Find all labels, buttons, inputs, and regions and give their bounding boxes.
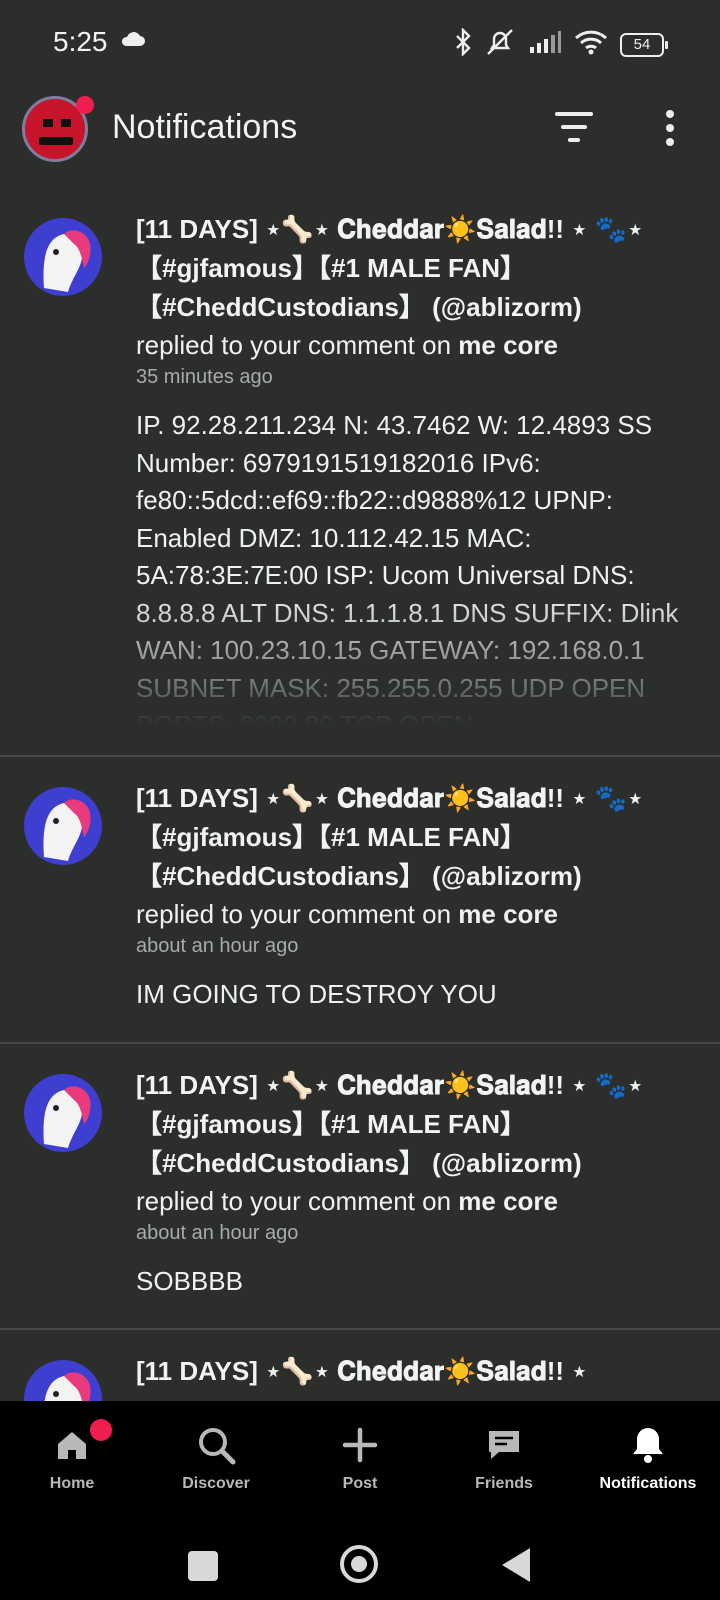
notification-time: 35 minutes ago — [136, 366, 273, 388]
user-avatar[interactable] — [24, 218, 102, 296]
profile-avatar-button[interactable] — [22, 96, 94, 164]
nav-post-label: Post — [342, 1475, 378, 1492]
page-title: Notifications — [112, 108, 298, 146]
notification-item[interactable]: [11 DAYS] ⋆🦴⋆ 𝐂𝐡𝐞𝐝𝐝𝐚𝐫☀️𝐒𝐚𝐥𝐚𝐝!! ⋆ 🐾⋆【#gjf… — [0, 757, 720, 1044]
cloud-icon — [120, 30, 146, 53]
notification-message: IP. 92.28.211.234 N: 43.7462 W: 12.4893 … — [136, 410, 679, 725]
search-icon — [144, 1421, 288, 1469]
post-title-link[interactable]: me core — [458, 330, 558, 360]
mute-bell-icon — [484, 28, 516, 61]
bottom-nav: Home Discover Post Friends Notifications — [0, 1401, 720, 1511]
notification-username[interactable]: [11 DAYS] ⋆🦴⋆ 𝐂𝐡𝐞𝐝𝐝𝐚𝐫☀️𝐒𝐚𝐥𝐚𝐝!! ⋆ 🐾⋆【#gjf… — [136, 1066, 696, 1183]
notification-time: about an hour ago — [136, 935, 299, 957]
system-nav-bar — [0, 1511, 720, 1600]
notification-message: SOBBBB — [136, 1265, 243, 1296]
notification-action: replied to your comment on me core — [136, 330, 559, 360]
app-header: Notifications — [0, 90, 720, 180]
nav-notifications-label: Notifications — [599, 1475, 697, 1492]
notification-action: replied to your comment on me core — [136, 899, 559, 929]
notification-action: replied to your comment on me core — [136, 1185, 559, 1216]
nav-notifications[interactable]: Notifications — [576, 1401, 720, 1511]
user-avatar[interactable] — [24, 1073, 102, 1152]
notification-item[interactable]: [11 DAYS] ⋆🦴⋆ 𝐂𝐡𝐞𝐝𝐝𝐚𝐫☀️𝐒𝐚𝐥𝐚𝐝!! ⋆ 🐾⋆【#gjf… — [0, 188, 720, 757]
notification-username[interactable]: [11 DAYS] ⋆🦴⋆ 𝐂𝐡𝐞𝐝𝐝𝐚𝐫☀️𝐒𝐚𝐥𝐚𝐝!! ⋆ 🐾⋆【#gjf… — [136, 779, 696, 896]
home-badge — [90, 1419, 112, 1441]
nav-friends-label: Friends — [475, 1475, 533, 1492]
more-options-icon[interactable] — [655, 110, 685, 154]
nav-home-label: Home — [49, 1475, 95, 1492]
nav-home[interactable]: Home — [0, 1401, 144, 1511]
notification-dot — [76, 96, 94, 114]
user-avatar[interactable] — [24, 1360, 102, 1401]
post-title-link[interactable]: me core — [458, 1186, 558, 1216]
nav-friends[interactable]: Friends — [432, 1401, 576, 1511]
notification-list: [11 DAYS] ⋆🦴⋆ 𝐂𝐡𝐞𝐝𝐝𝐚𝐫☀️𝐒𝐚𝐥𝐚𝐝!! ⋆ 🐾⋆【#gjf… — [0, 188, 720, 1401]
nav-discover[interactable]: Discover — [144, 1401, 288, 1511]
bell-icon — [576, 1421, 720, 1469]
filter-icon[interactable] — [552, 112, 596, 152]
user-avatar[interactable] — [24, 787, 102, 865]
nav-discover-label: Discover — [182, 1475, 250, 1492]
wifi-icon — [574, 29, 608, 60]
status-time: 5:25 — [53, 26, 108, 57]
signal-icon — [528, 29, 562, 60]
notification-item[interactable]: [11 DAYS] ⋆🦴⋆ 𝐂𝐡𝐞𝐝𝐝𝐚𝐫☀️𝐒𝐚𝐥𝐚𝐝!! ⋆ 🐾⋆【#gjf… — [0, 1044, 720, 1330]
plus-icon — [288, 1421, 432, 1469]
notification-message: IM GOING TO DESTROY YOU — [136, 979, 497, 1009]
bluetooth-icon — [454, 27, 472, 61]
notification-username[interactable]: [11 DAYS] ⋆🦴⋆ 𝐂𝐡𝐞𝐝𝐝𝐚𝐫☀️𝐒𝐚𝐥𝐚𝐝!! ⋆ — [136, 1352, 696, 1391]
notification-username[interactable]: [11 DAYS] ⋆🦴⋆ 𝐂𝐡𝐞𝐝𝐝𝐚𝐫☀️𝐒𝐚𝐥𝐚𝐝!! ⋆ 🐾⋆【#gjf… — [136, 210, 696, 327]
notification-time: about an hour ago — [136, 1221, 299, 1244]
recents-button[interactable] — [188, 1551, 218, 1581]
nav-post[interactable]: Post — [288, 1401, 432, 1511]
battery-icon: 54 — [620, 32, 668, 57]
chat-icon — [432, 1421, 576, 1469]
home-button[interactable] — [340, 1545, 378, 1583]
post-title-link[interactable]: me core — [458, 899, 558, 929]
back-button[interactable] — [502, 1548, 530, 1582]
home-icon — [0, 1421, 144, 1469]
notification-item[interactable]: [11 DAYS] ⋆🦴⋆ 𝐂𝐡𝐞𝐝𝐝𝐚𝐫☀️𝐒𝐚𝐥𝐚𝐝!! ⋆ — [0, 1330, 720, 1401]
status-bar: 5:25 54 — [0, 0, 720, 90]
